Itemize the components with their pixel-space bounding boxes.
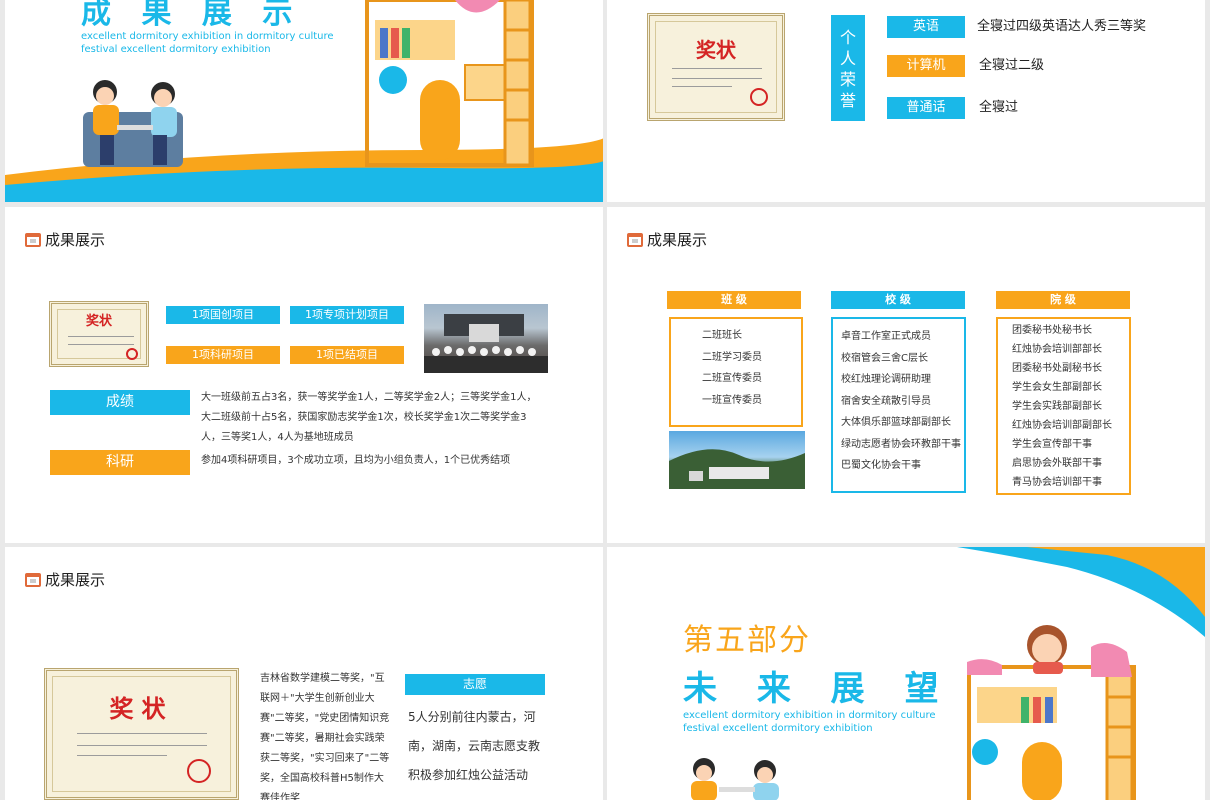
slide-5[interactable]: 成果展示 奖状 吉林省数学建模二等奖，"互联网＋"大学生创新创业大赛"二等奖，"… xyxy=(5,547,603,800)
slide-5-title: 成果展示 xyxy=(25,569,105,590)
project-tag-4: 1项已结项目 xyxy=(290,346,404,364)
certificate-image: 奖状 xyxy=(49,301,149,367)
honor-tag-mandarin: 普通话 xyxy=(887,97,965,119)
grades-label: 成绩 xyxy=(50,390,190,415)
certificate-image: 奖状 xyxy=(44,668,239,800)
role-item: 巴蜀文化协会干事 xyxy=(841,460,921,471)
column-header-class: 班 级 xyxy=(667,291,801,309)
role-item: 校红烛理论调研助理 xyxy=(841,374,931,385)
role-item: 绿动志愿者协会环教部干事 xyxy=(841,438,961,450)
column-list-class: 二班班长二班学习委员 二班宣传委员 一班宣传委员 xyxy=(702,325,762,411)
slide-4-title: 成果展示 xyxy=(627,229,707,250)
slide-5-title-text: 成果展示 xyxy=(45,571,106,589)
role-item: 红烛协会培训部部长 xyxy=(1012,344,1102,355)
column-header-school: 校 级 xyxy=(831,291,965,309)
honor-text-english: 全寝过四级英语达人秀三等奖 xyxy=(977,19,1147,34)
slide-1[interactable]: 成 果 展 示 excellent dormitory exhibition i… xyxy=(5,0,603,202)
research-label: 科研 xyxy=(50,450,190,475)
slide-3[interactable]: 成果展示 奖状 1项国创项目 1项专项计划项目 1项科研项目 1项已结项目 成绩… xyxy=(5,207,603,543)
honor-text-mandarin: 全寝过 xyxy=(979,100,1019,115)
certificate-title: 奖状 xyxy=(696,38,736,62)
certificate-title: 奖状 xyxy=(85,314,112,329)
slide-4[interactable]: 成果展示 班 级 二班班长二班学习委员 二班宣传委员 一班宣传委员 校 级 卓音工作… xyxy=(607,207,1205,543)
slide-6-subtitle-2: festival excellent dormitory exhibition xyxy=(683,723,873,734)
role-item: 一班宣传委员 xyxy=(702,394,762,406)
role-item: 二班学习委员 xyxy=(702,351,762,363)
group-photo xyxy=(424,304,548,373)
role-item: 校宿管会三舍C层长 xyxy=(841,352,928,364)
part-label: 第五部分 xyxy=(683,623,811,658)
role-item: 学生会宣传部干事 xyxy=(1012,439,1092,450)
role-item: 大体俱乐部篮球部副部长 xyxy=(841,417,951,428)
slide-4-title-text: 成果展示 xyxy=(647,231,708,249)
role-item: 团委秘书处秘书长 xyxy=(1012,325,1092,336)
volunteer-tag: 志愿 xyxy=(405,674,545,695)
slide-1-subtitle-2: festival excellent dormitory exhibition xyxy=(81,44,271,55)
role-item: 学生会女生部副部长 xyxy=(1012,382,1102,393)
honor-vertical-label: 个人荣誉 xyxy=(831,15,865,121)
slide-grid: 成 果 展 示 excellent dormitory exhibition i… xyxy=(0,0,1210,800)
honor-tag-computer: 计算机 xyxy=(887,55,965,77)
calendar-icon xyxy=(627,232,643,247)
slide-6[interactable]: 第五部分 未 来 展 望 excellent dormitory exhibit… xyxy=(607,547,1205,800)
calendar-icon xyxy=(25,572,41,587)
role-item: 青马协会培训部干事 xyxy=(1012,477,1102,488)
role-item: 二班宣传委员 xyxy=(702,373,762,384)
column-header-college: 院 级 xyxy=(996,291,1130,309)
role-item: 宿舍安全疏散引导员 xyxy=(841,395,931,407)
honor-tag-english: 英语 xyxy=(887,16,965,38)
awards-text: 吉林省数学建模二等奖，"互联网＋"大学生创新创业大赛"二等奖，"党史团情知识竞赛… xyxy=(260,673,390,800)
role-item: 二班班长 xyxy=(702,330,742,341)
role-item: 启思协会外联部干事 xyxy=(1012,458,1102,469)
slide-1-subtitle-1: excellent dormitory exhibition in dormit… xyxy=(81,31,334,42)
role-item: 卓音工作室正式成员 xyxy=(841,331,931,342)
girl-on-bunk-illustration xyxy=(1027,625,1067,674)
future-heading: 未 来 展 望 xyxy=(683,669,953,709)
certificate-title: 奖状 xyxy=(109,694,174,723)
role-item: 学生会实践部副部长 xyxy=(1012,401,1102,412)
role-item: 团委秘书处副秘书长 xyxy=(1012,363,1102,374)
calendar-icon xyxy=(25,232,41,247)
honor-text-computer: 全寝过二级 xyxy=(979,58,1045,73)
role-item: 红烛协会培训部副部长 xyxy=(1012,420,1112,431)
slide-1-title: 成 果 展 示 xyxy=(81,0,303,31)
project-tag-1: 1项国创项目 xyxy=(166,306,280,324)
research-text: 参加4项科研项目，3个成功立项，且均为小组负责人，1个已优秀结项 xyxy=(201,455,511,466)
project-tag-3: 1项科研项目 xyxy=(166,346,280,364)
slide-3-title: 成果展示 xyxy=(25,229,105,250)
column-list-college: 团委秘书处秘书长 红烛协会培训部部长 团委秘书处副秘书长 学生会女生部副部长 学生会实践… xyxy=(1012,321,1112,492)
column-list-school: 卓音工作室正式成员 校宿管会三舍C层长 校红烛理论调研助理 宿舍安全疏散引导员大体俱乐… xyxy=(841,326,961,477)
slide-2[interactable]: 奖状 个人荣誉 英语 全寝过四级英语达人秀三等奖 计算机 全寝过二级 普通话 全… xyxy=(607,0,1205,202)
bunk-bed-illustration xyxy=(365,0,534,167)
certificate-image: 奖状 xyxy=(647,13,785,121)
grades-text: 大一班级前五占3名，获一等奖学金1人，二等奖学金2人；三等奖学金1人，大二班级前… xyxy=(201,392,537,443)
slide-6-subtitle-1: excellent dormitory exhibition in dormit… xyxy=(683,710,936,721)
volunteer-text: 5人分别前往内蒙古，河南，湖南，云南志愿支教积极参加红烛公益活动 xyxy=(408,710,541,782)
landscape-photo xyxy=(669,431,805,489)
project-tag-2: 1项专项计划项目 xyxy=(290,306,404,324)
girls-at-table-illustration xyxy=(83,80,183,167)
girls-at-table-illustration xyxy=(691,758,779,800)
slide-3-title-text: 成果展示 xyxy=(45,231,106,249)
